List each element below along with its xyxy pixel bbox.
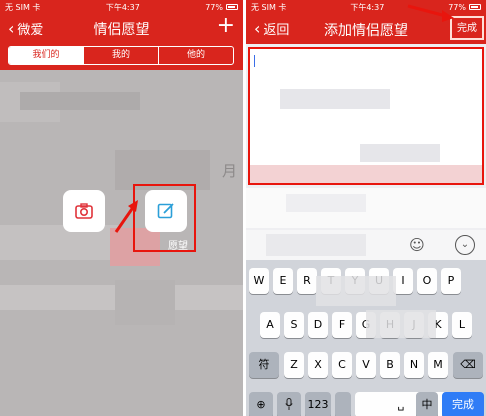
space-icon: ␣ <box>397 398 405 411</box>
key-x[interactable]: X <box>308 352 328 378</box>
content-blur <box>266 234 366 256</box>
segment-control: 我们的 我的 他的 <box>8 46 234 65</box>
key-d[interactable]: D <box>308 312 328 338</box>
content-blur <box>250 165 482 183</box>
globe-icon: ⊕ <box>256 398 266 411</box>
key-p[interactable]: P <box>441 268 461 294</box>
content-blur <box>280 89 390 109</box>
carrier-text: 无 SIM 卡 <box>251 2 287 12</box>
chinese-key[interactable]: 中 <box>416 392 438 416</box>
write-wish-label: 愿望 <box>168 241 188 252</box>
nav-bar: ‹ 微爱 情侣愿望 + <box>0 14 243 42</box>
backspace-icon: ⌫ <box>460 358 476 371</box>
wish-text-area[interactable] <box>248 47 484 185</box>
camera-icon <box>75 203 93 219</box>
microphone-icon <box>285 398 293 410</box>
key-e[interactable]: E <box>273 268 293 294</box>
key-c[interactable]: C <box>332 352 352 378</box>
keyboard-toolbar: ☺ ⌄ <box>246 230 486 260</box>
content-blur <box>366 310 436 338</box>
content-blur <box>360 144 440 162</box>
chevron-down-icon[interactable]: ⌄ <box>455 235 475 255</box>
content-blur <box>316 276 396 306</box>
battery-text: 77% <box>205 2 223 12</box>
backspace-key[interactable]: ⌫ <box>453 352 483 378</box>
month-label: 月 <box>222 162 238 180</box>
key-w[interactable]: W <box>249 268 269 294</box>
symbol-key[interactable]: 符 <box>249 352 279 378</box>
photo-wish-button[interactable] <box>63 190 105 232</box>
key-n[interactable]: N <box>404 352 424 378</box>
content-blur <box>20 92 140 110</box>
key-a[interactable]: A <box>260 312 280 338</box>
time-text: 下午4:37 <box>350 2 385 12</box>
key-z[interactable]: Z <box>284 352 304 378</box>
write-wish-button[interactable] <box>145 190 187 232</box>
key-m[interactable]: M <box>428 352 448 378</box>
carrier-text: 无 SIM 卡 <box>5 2 41 12</box>
content-blur <box>115 280 175 325</box>
edit-icon <box>157 203 174 219</box>
key-l[interactable]: L <box>452 312 472 338</box>
battery-icon <box>226 4 238 10</box>
page-title: 情侣愿望 <box>93 22 150 38</box>
globe-key[interactable]: ⊕ <box>249 392 273 416</box>
key-r[interactable]: R <box>297 268 317 294</box>
wish-list-screen: 月 无 SIM 卡 下午4:37 77% ‹ 微爱 情侣愿望 + 我们的 我的 … <box>0 0 243 416</box>
content-blur <box>286 194 366 212</box>
key-i[interactable]: I <box>393 268 413 294</box>
content-blur <box>0 225 120 260</box>
editor-footer <box>246 188 486 228</box>
time-text: 下午4:37 <box>105 2 140 12</box>
key-s[interactable]: S <box>284 312 304 338</box>
key-o[interactable]: O <box>417 268 437 294</box>
tab-ours[interactable]: 我们的 <box>9 47 83 64</box>
emoji-icon[interactable]: ☺ <box>407 235 427 255</box>
add-wish-screen: 无 SIM 卡 下午4:37 77% ‹ 返回 添加情侣愿望 完成 ☺ ⌄ W … <box>246 0 486 416</box>
keyboard-done-key[interactable]: 完成 <box>442 392 484 416</box>
battery-icon <box>469 4 481 10</box>
status-bar: 无 SIM 卡 下午4:37 77% <box>0 0 243 14</box>
tab-mine[interactable]: 我的 <box>83 47 158 64</box>
keyboard: ☺ ⌄ W E R T Y U I O P A S D F G H J K L … <box>246 230 486 416</box>
key-f[interactable]: F <box>332 312 352 338</box>
number-key[interactable]: 123 <box>305 392 331 416</box>
red-arrow-icon <box>114 200 138 233</box>
tab-his[interactable]: 他的 <box>158 47 233 64</box>
add-icon[interactable]: + <box>217 15 235 37</box>
key-b[interactable]: B <box>380 352 400 378</box>
red-arrow-icon <box>407 4 454 22</box>
text-cursor <box>254 55 255 67</box>
key-v[interactable]: V <box>356 352 376 378</box>
punctuation-key[interactable] <box>335 392 351 416</box>
mic-key[interactable] <box>277 392 301 416</box>
